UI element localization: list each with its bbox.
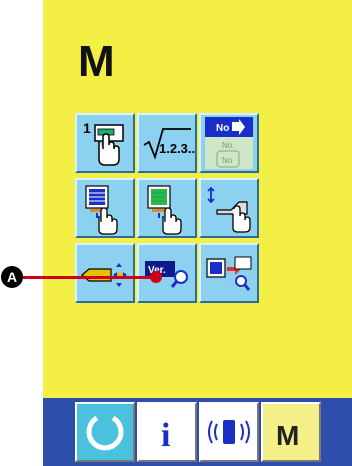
mode-label: M [276, 420, 299, 451]
reset-button[interactable] [75, 402, 135, 462]
data-edit-green-hand-icon [147, 185, 182, 235]
data-edit-button[interactable] [75, 178, 135, 238]
transfer-search-icon [206, 256, 252, 291]
communication-icon [208, 420, 250, 444]
info-label: i [161, 417, 170, 454]
version-button[interactable]: Ver. [137, 243, 197, 303]
data-edit-hand-icon [85, 185, 118, 235]
sqrt-123-icon: 1.2.3.. [143, 128, 195, 160]
info-icon: i [161, 417, 170, 454]
no-stack-icon: No No. No [205, 117, 253, 169]
step-numbers-label: 1.2.3.. [159, 141, 195, 156]
thread-move-button[interactable] [75, 243, 135, 303]
no-select-button[interactable]: No No. No [199, 113, 259, 173]
sewing-data-hand-icon: 1 [83, 120, 124, 166]
mode-button[interactable]: M [261, 402, 321, 462]
svg-text:No: No [222, 156, 233, 165]
step-numbers-button[interactable]: 1.2.3.. [137, 113, 197, 173]
no-label: No [216, 123, 229, 134]
arrow-move-icon [81, 263, 127, 287]
svg-text:No.: No. [222, 141, 234, 150]
hand-slide-icon [207, 186, 251, 233]
info-button[interactable]: i [137, 402, 197, 462]
transfer-button[interactable] [199, 243, 259, 303]
program-number: 1 [83, 120, 91, 136]
circle-arc-icon [86, 415, 124, 451]
communication-button[interactable] [199, 402, 259, 462]
pattern-program-button[interactable]: 1 [75, 113, 135, 173]
data-edit-green-button[interactable] [137, 178, 197, 238]
callout-line [23, 276, 154, 279]
version-search-icon: Ver. [145, 261, 188, 288]
mode-icon: M [276, 420, 299, 451]
page-title: M [78, 37, 115, 86]
callout-marker: A [1, 266, 23, 288]
setting-hand-button[interactable] [199, 178, 259, 238]
callout-dot [150, 271, 162, 283]
